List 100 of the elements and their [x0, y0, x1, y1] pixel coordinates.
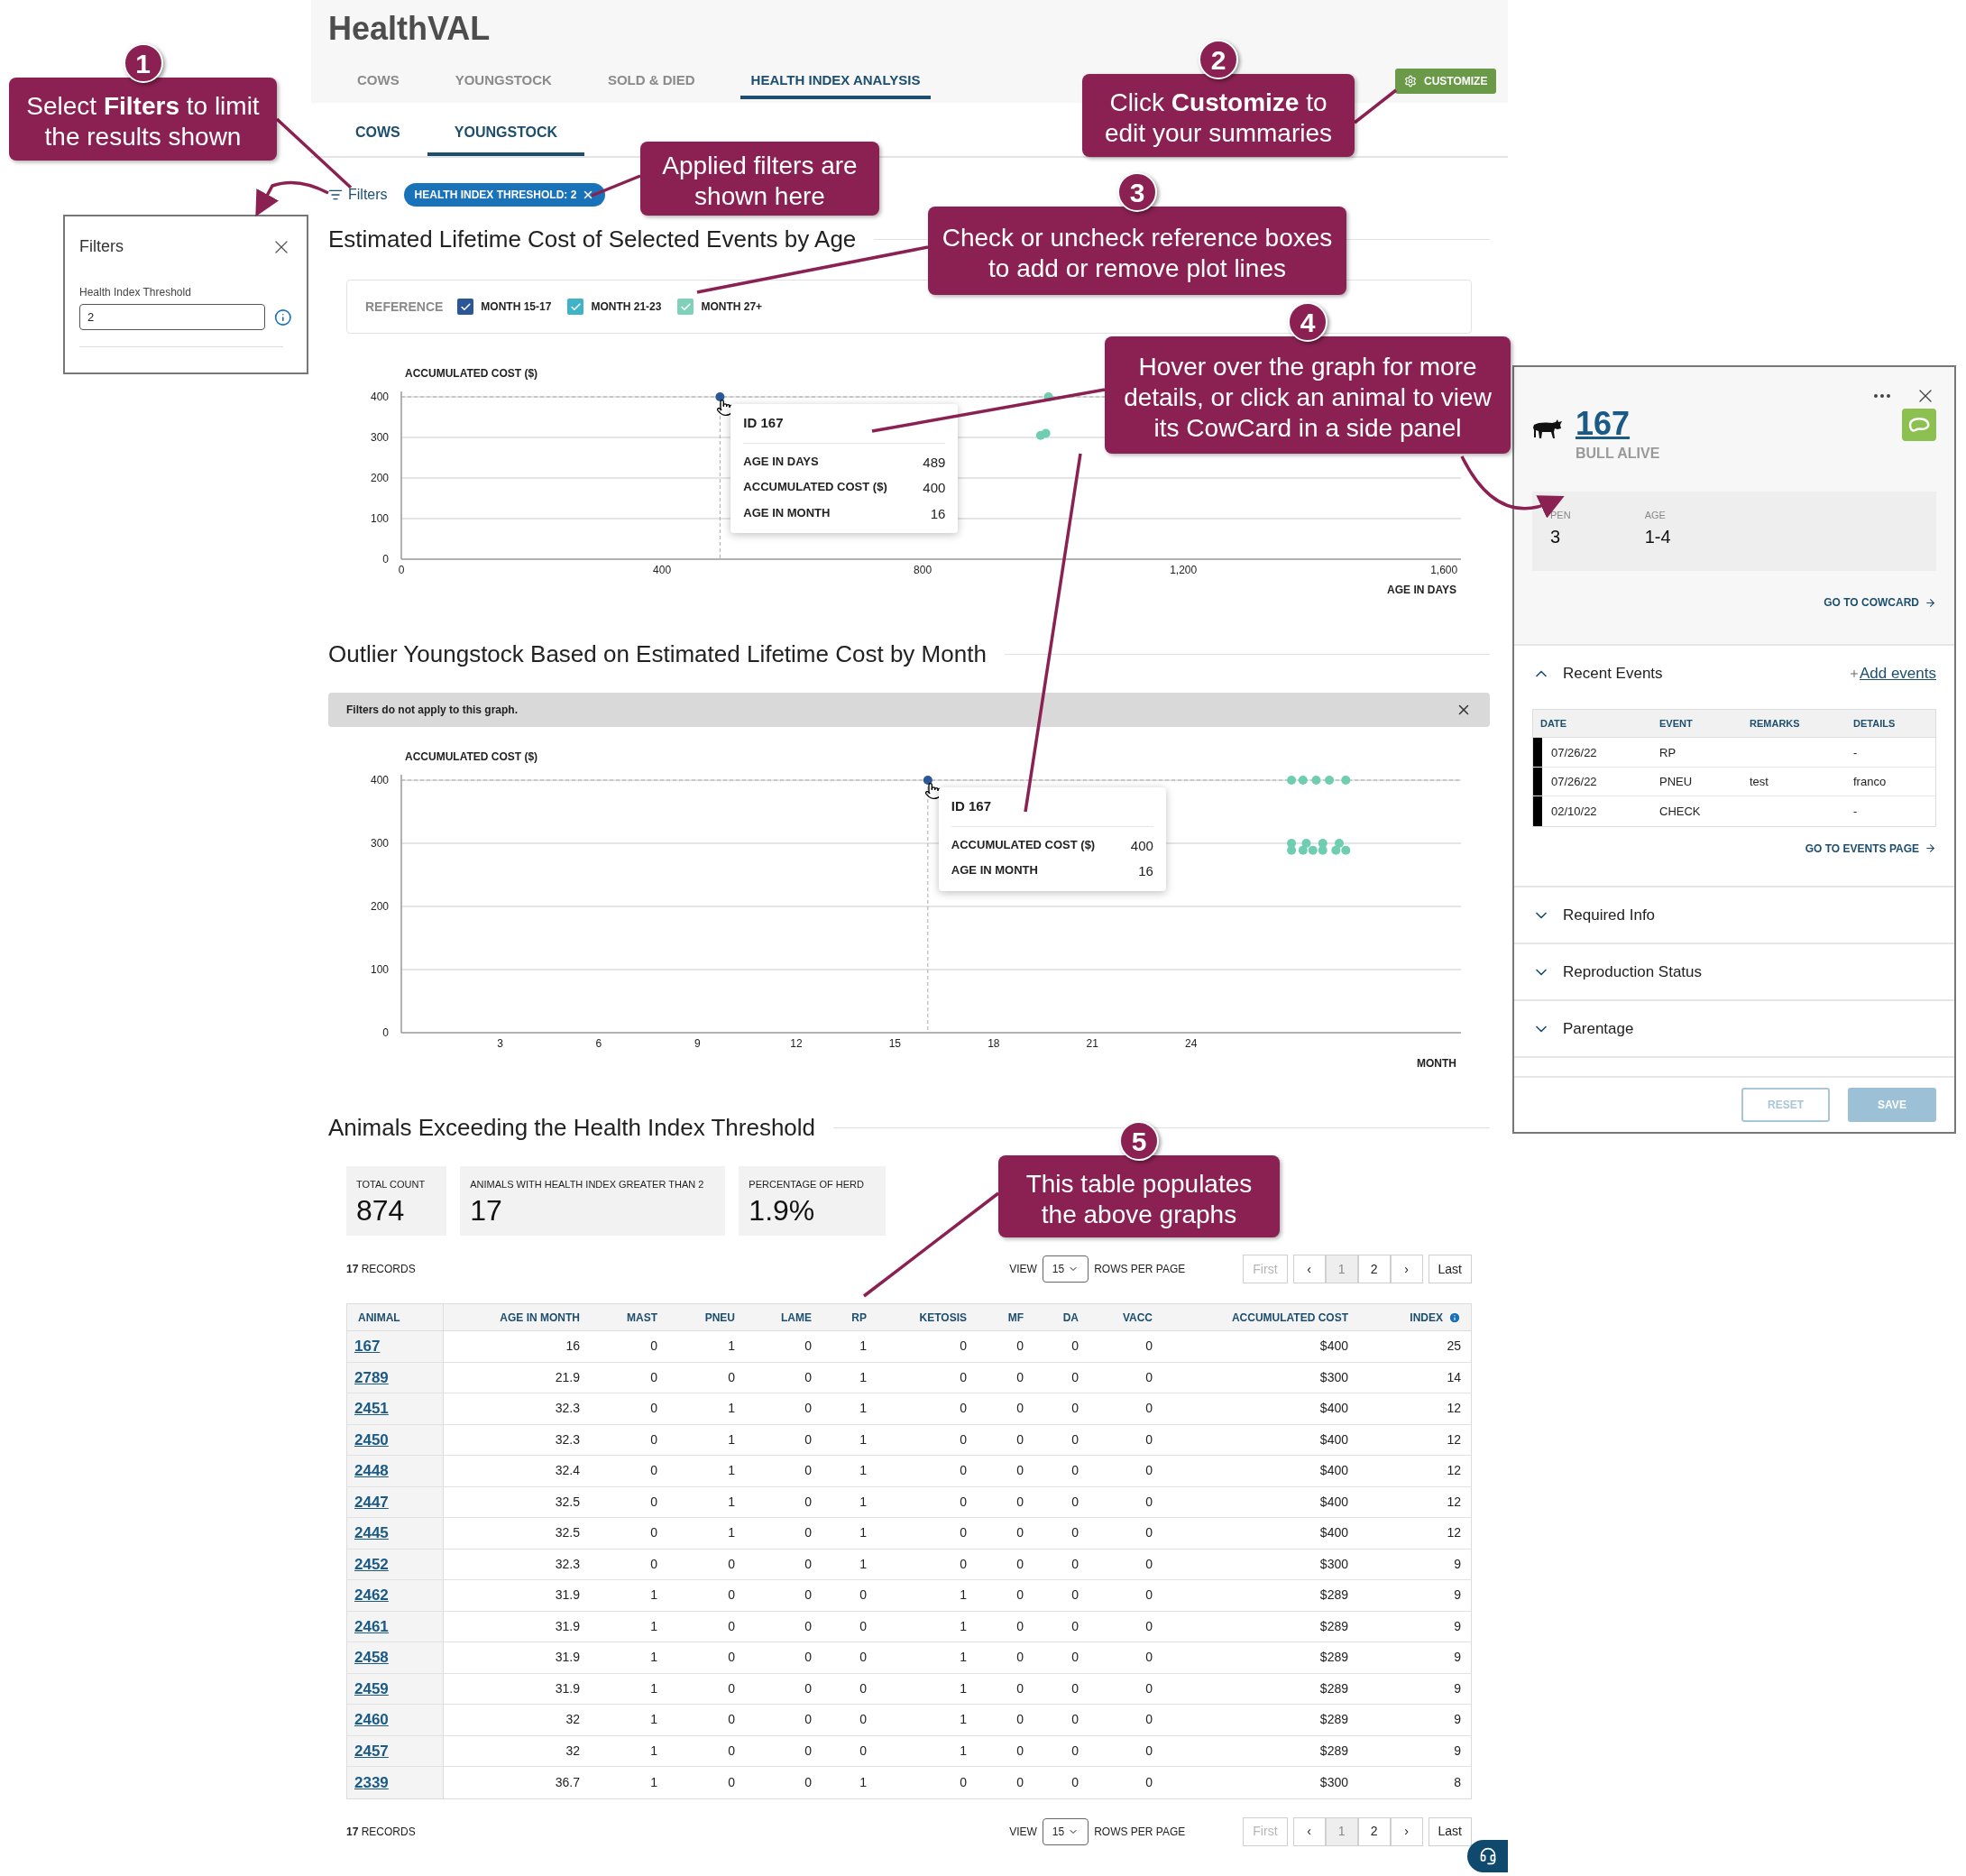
table-cell-text: 0 — [1071, 1742, 1079, 1760]
table-cell-text: 0 — [859, 1711, 867, 1729]
table-cell-text: 0 — [650, 1493, 657, 1511]
table-cell-text: 21.9 — [555, 1368, 580, 1386]
column-header: REMARKS — [1750, 716, 1801, 731]
table-cell-text: 0 — [1016, 1400, 1024, 1418]
tooltip-value: 400 — [1130, 836, 1153, 855]
table-cell-text: 0 — [859, 1679, 867, 1697]
table-cell-text: 0 — [650, 1400, 657, 1418]
table-cell-text: 12 — [1447, 1400, 1461, 1418]
table-cell-text: 0 — [1071, 1368, 1079, 1386]
table-cell-text: 14 — [1447, 1368, 1461, 1386]
axis-tick-label: 400 — [370, 774, 389, 786]
filter-chip[interactable]: HEALTH INDEX THRESHOLD: 2 — [403, 183, 606, 207]
table-cell-text: 0 — [1016, 1368, 1024, 1386]
section-heading: Reproduction Status — [1563, 961, 1703, 982]
tooltip-value: 489 — [923, 453, 946, 472]
collapsible-section[interactable]: Parentage — [1514, 1001, 1954, 1058]
events-page-link[interactable]: GO TO EVENTS PAGE — [1805, 840, 1936, 857]
column-header: INDEX — [1410, 1310, 1443, 1326]
collapsible-section[interactable]: Reproduction Status — [1514, 944, 1954, 1001]
axis-tick-label: 21 — [1086, 1037, 1098, 1050]
collapsible-section[interactable]: Required Info — [1514, 887, 1954, 944]
table-cell-text: 31.9 — [555, 1586, 580, 1605]
table-cell-text: 0 — [960, 1773, 967, 1791]
steak-icon — [1902, 409, 1936, 441]
pagination-button[interactable]: ‹ — [1292, 1816, 1326, 1846]
headset-icon — [1478, 1847, 1497, 1865]
table-cell-text: 1 — [728, 1493, 735, 1511]
step-badge: 3 — [1117, 172, 1157, 212]
filters-button[interactable]: Filters — [328, 184, 388, 206]
data-point[interactable] — [923, 776, 932, 785]
sub-tab[interactable]: COWS — [328, 113, 427, 156]
nav-tab[interactable]: HEALTH INDEX ANALYSIS — [740, 65, 932, 99]
table-cell-text: 12 — [1447, 1462, 1461, 1480]
arrow-right-icon — [1925, 842, 1936, 854]
tooltip-label: AGE IN MONTH — [951, 862, 1038, 878]
table-cell-text: 0 — [1071, 1649, 1079, 1667]
data-point[interactable] — [1043, 392, 1053, 401]
table-cell-text: 12 — [1447, 1524, 1461, 1542]
data-point[interactable] — [715, 392, 725, 401]
checkbox[interactable] — [677, 299, 694, 315]
pagination-button[interactable]: 2 — [1357, 1255, 1391, 1283]
table-cell-text: 0 — [1071, 1400, 1079, 1418]
table-cell-text: 1 — [728, 1462, 735, 1480]
table-cell-text: 0 — [1016, 1679, 1024, 1697]
callout-text: Applied filters are shown here — [661, 151, 859, 212]
info-icon[interactable] — [274, 308, 292, 326]
step-badge: 1 — [123, 43, 163, 83]
pagination-button[interactable]: Last — [1428, 1255, 1472, 1283]
table-cell-text: 0 — [804, 1586, 812, 1605]
tooltip-value: 16 — [930, 504, 946, 523]
table-cell-text: 0 — [804, 1617, 812, 1635]
table-cell-text: 0 — [1145, 1711, 1153, 1729]
section-title: Animals Exceeding the Health Index Threshold — [328, 1112, 816, 1143]
threshold-input[interactable]: 2 — [79, 304, 266, 330]
callout-text: Click Customize to edit your summaries — [1103, 87, 1334, 149]
table-cell-text: 0 — [1145, 1742, 1153, 1760]
table-cell-text: 0 — [960, 1368, 967, 1386]
axis-title: MONTH — [1417, 1057, 1456, 1070]
pagination-button[interactable]: Last — [1428, 1816, 1472, 1846]
sub-tab[interactable]: YOUNGSTOCK — [427, 113, 585, 156]
table-cell-text: 0 — [728, 1555, 735, 1573]
table-cell-text: 0 — [804, 1679, 812, 1697]
column-header: PNEU — [704, 1310, 735, 1326]
pagination-button[interactable]: 2 — [1357, 1816, 1391, 1846]
animal-id-link[interactable]: 167 — [1576, 405, 1660, 443]
table-cell-text: 0 — [728, 1711, 735, 1729]
table-cell-text: 1 — [960, 1711, 967, 1729]
table-cell-text: 1 — [960, 1649, 967, 1667]
table-cell-text: 1 — [859, 1400, 867, 1418]
animal-status: BULL ALIVE — [1576, 445, 1660, 463]
table-cell: CHECK — [1659, 805, 1701, 819]
checkbox[interactable] — [457, 299, 474, 315]
table-cell-text: 9 — [1454, 1617, 1461, 1635]
panel-title: Filters — [79, 236, 124, 257]
add-events-link[interactable]: Add events — [1848, 662, 1936, 685]
support-button[interactable] — [1467, 1840, 1508, 1872]
table-cell-text: 36.7 — [555, 1773, 580, 1791]
pagination-button[interactable]: › — [1390, 1255, 1423, 1283]
stat-value: 1-4 — [1644, 525, 1671, 548]
cowcard-link[interactable]: GO TO COWCARD — [1824, 594, 1936, 611]
table-cell-text: 0 — [1016, 1493, 1024, 1511]
table-cell-text: 1 — [859, 1524, 867, 1542]
pagination-button[interactable]: › — [1390, 1816, 1423, 1846]
checkbox[interactable] — [567, 299, 584, 315]
check-icon — [679, 300, 692, 313]
pagination-button[interactable]: ‹ — [1292, 1255, 1326, 1283]
rows-per-page-select[interactable]: 15 — [1042, 1817, 1089, 1845]
filter-icon — [328, 188, 343, 202]
table-cell-text: 0 — [1145, 1400, 1153, 1418]
table-cell-text: 9 — [1454, 1586, 1461, 1605]
table-cell-text: 0 — [1016, 1773, 1024, 1791]
table-cell-text: 1 — [859, 1368, 867, 1386]
axis-tick-label: 12 — [790, 1037, 803, 1050]
rows-per-page-select[interactable]: 15 — [1042, 1255, 1089, 1283]
table-cell-text: 32.3 — [555, 1400, 580, 1418]
app-title: HealthVAL — [328, 9, 492, 49]
axis-tick-label: 1,200 — [1170, 564, 1198, 576]
table-cell-text: 0 — [1016, 1711, 1024, 1729]
